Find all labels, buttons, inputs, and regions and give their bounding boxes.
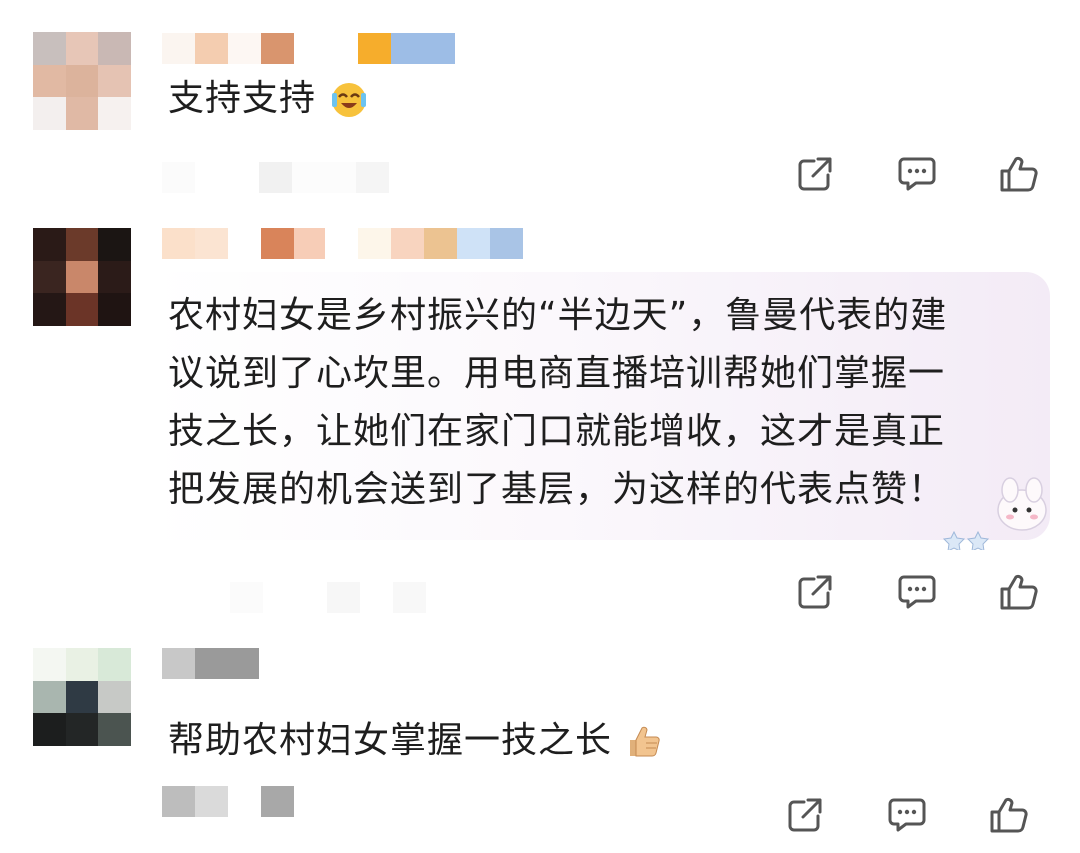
share-icon[interactable] bbox=[784, 794, 826, 836]
comment-text: 帮助农村妇女掌握一技之长 bbox=[168, 712, 664, 770]
comment-actions bbox=[784, 794, 1030, 836]
comment-icon[interactable] bbox=[886, 794, 928, 836]
comment-meta bbox=[162, 786, 294, 817]
username[interactable] bbox=[162, 648, 259, 679]
thumbs-up-icon[interactable] bbox=[988, 794, 1030, 836]
avatar[interactable] bbox=[33, 648, 131, 746]
thumbs-up-emoji-icon bbox=[630, 726, 661, 757]
comment-3: 帮助农村妇女掌握一技之长 bbox=[0, 0, 1080, 853]
